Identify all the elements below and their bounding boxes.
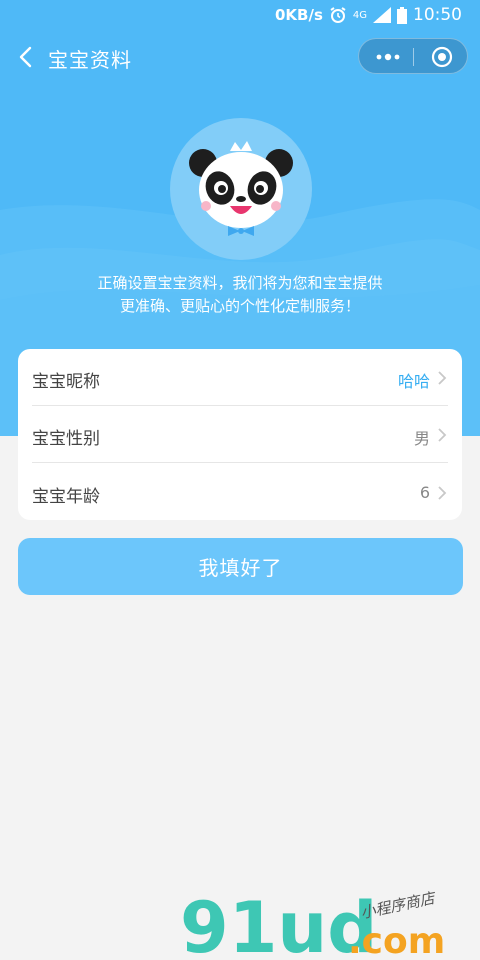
- clock: 10:50: [413, 5, 462, 25]
- submit-button[interactable]: 我填好了: [18, 538, 463, 595]
- panda-avatar-icon: [189, 141, 293, 236]
- battery-icon: [397, 6, 407, 24]
- age-value: 6: [419, 483, 430, 502]
- row-divider: [32, 462, 448, 463]
- status-bar: 0KB/s 4G 10:50: [0, 0, 480, 30]
- close-target-icon[interactable]: [431, 46, 453, 68]
- row-divider: [32, 405, 448, 406]
- watermark-domain: .com: [348, 921, 445, 958]
- page-title: 宝宝资料: [48, 48, 132, 72]
- back-arrow-icon[interactable]: [14, 44, 40, 70]
- gender-row[interactable]: 宝宝性别 男: [32, 407, 448, 463]
- profile-card: 宝宝昵称 哈哈 宝宝性别 男 宝宝年龄 6: [18, 349, 462, 520]
- nickname-value: 哈哈: [397, 372, 430, 391]
- gender-label: 宝宝性别: [32, 429, 100, 449]
- avatar[interactable]: [170, 118, 312, 260]
- capsule-divider: [413, 48, 414, 66]
- intro-line-1: 正确设置宝宝资料，我们将为您和宝宝提供: [97, 274, 383, 292]
- nav-bar: 宝宝资料: [0, 38, 480, 76]
- network-type: 4G: [352, 9, 367, 21]
- chevron-right-icon: [438, 371, 447, 385]
- intro-line-2: 更准确、更贴心的个性化定制服务！: [119, 297, 360, 315]
- network-speed: 0KB/s: [274, 6, 323, 24]
- mini-program-capsule: [358, 38, 468, 74]
- nickname-label: 宝宝昵称: [32, 372, 100, 392]
- age-row[interactable]: 宝宝年龄 6: [32, 465, 448, 521]
- intro-text: 正确设置宝宝资料，我们将为您和宝宝提供 更准确、更贴心的个性化定制服务！: [0, 272, 480, 318]
- chevron-right-icon: [438, 428, 447, 442]
- watermark-logo: 91ud .com 小程序商店: [180, 887, 445, 958]
- signal-icon: [373, 7, 391, 23]
- nickname-row[interactable]: 宝宝昵称 哈哈: [32, 350, 448, 406]
- age-label: 宝宝年龄: [32, 487, 100, 507]
- chevron-right-icon: [438, 486, 447, 500]
- alarm-icon: [330, 7, 346, 23]
- more-dots-icon[interactable]: [375, 47, 401, 67]
- gender-value: 男: [413, 429, 430, 448]
